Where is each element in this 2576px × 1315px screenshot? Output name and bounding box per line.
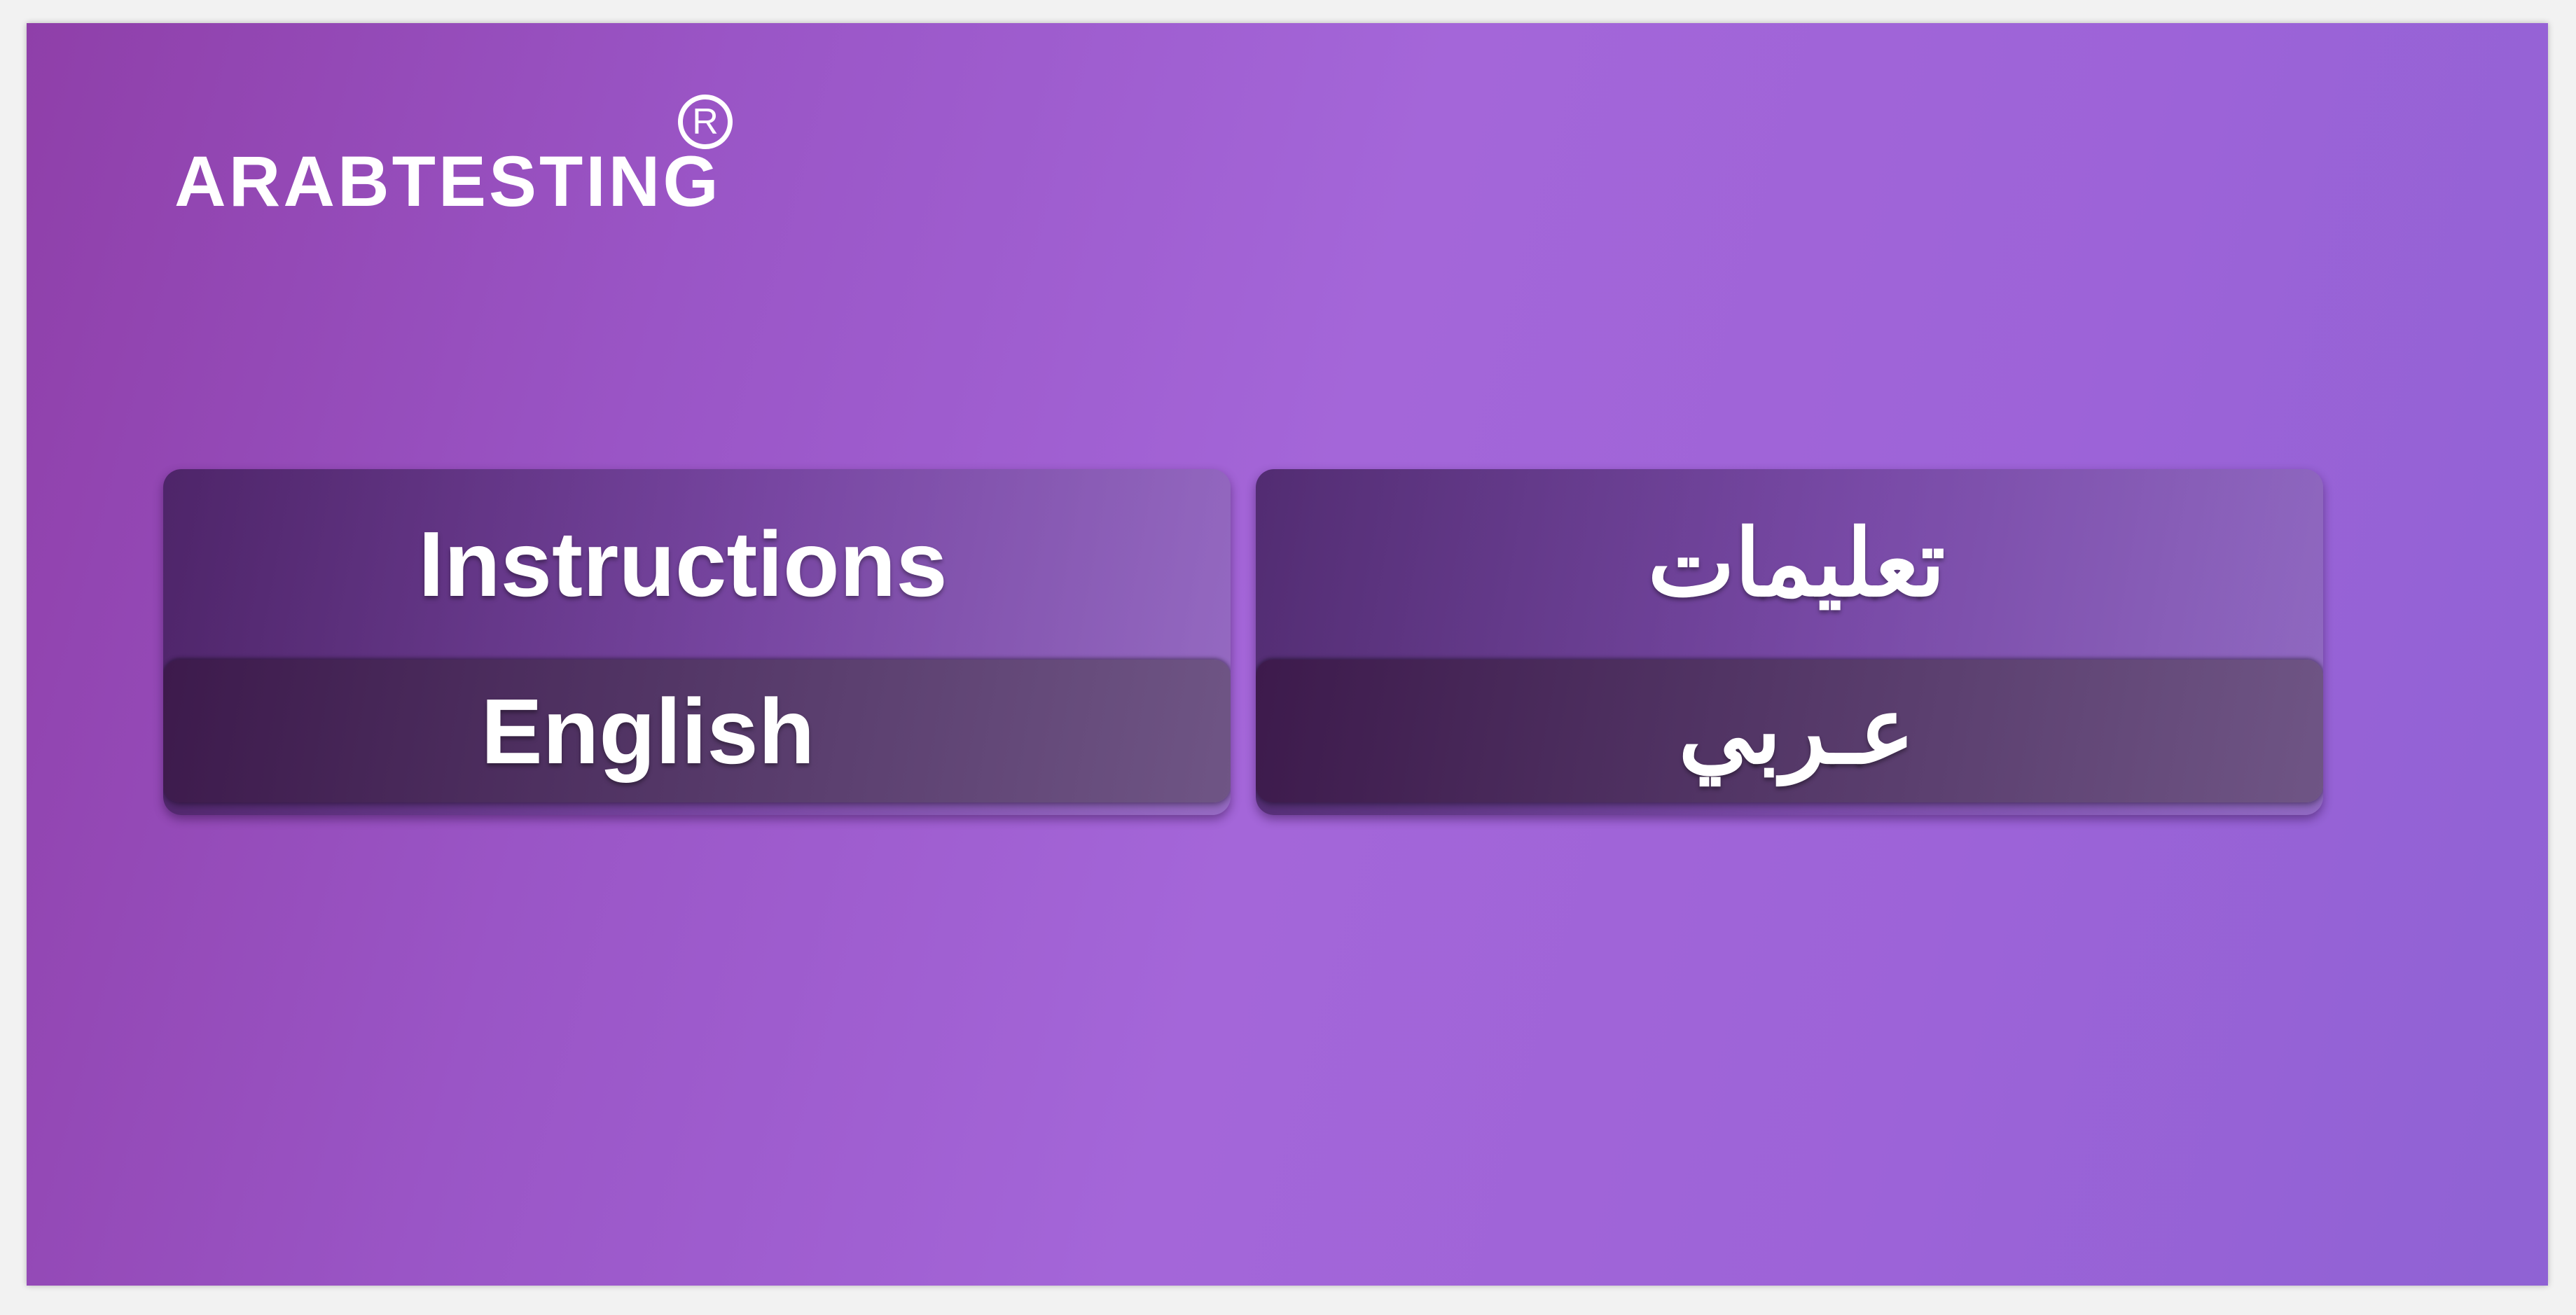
instructions-heading: Instructions bbox=[418, 512, 948, 615]
arabic-instructions-card: تعليمات عـربي bbox=[1256, 469, 2323, 815]
english-button[interactable]: English bbox=[163, 660, 1231, 802]
registered-mark-icon: R bbox=[678, 95, 733, 149]
app-screen: ARABTESTING R Instructions English تعليم… bbox=[27, 23, 2548, 1286]
instructions-heading-arabic: تعليمات bbox=[1647, 512, 1946, 615]
device-frame: ARABTESTING R Instructions English تعليم… bbox=[0, 0, 2576, 1315]
brand-logo: ARABTESTING bbox=[174, 141, 721, 221]
arabic-button[interactable]: عـربي bbox=[1256, 660, 2323, 802]
english-instructions-card: Instructions English bbox=[163, 469, 1231, 815]
